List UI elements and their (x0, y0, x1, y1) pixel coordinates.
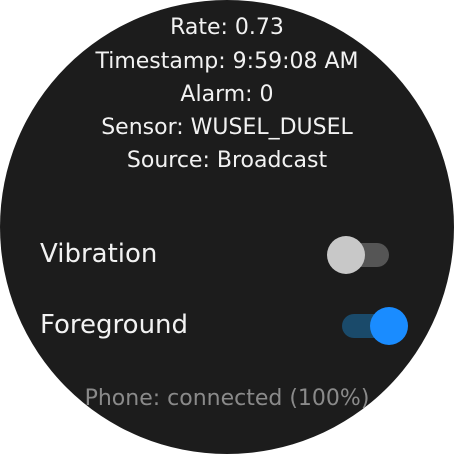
rate-text: Rate: 0.73 (170, 15, 284, 40)
sensor-text: Sensor: WUSEL_DUSEL (101, 115, 353, 140)
vibration-toggle-thumb (327, 236, 365, 274)
foreground-toggle[interactable] (340, 302, 410, 346)
phone-status-text: Phone: connected (100%) (84, 386, 370, 411)
foreground-label: Foreground (40, 310, 189, 340)
vibration-toggle[interactable] (327, 231, 397, 275)
alarm-text: Alarm: 0 (180, 82, 274, 107)
vibration-label: Vibration (40, 239, 158, 269)
foreground-toggle-thumb (370, 307, 408, 345)
watch-screen: Rate: 0.73 Timestamp: 9:59:08 AM Alarm: … (0, 0, 454, 454)
timestamp-text: Timestamp: 9:59:08 AM (95, 49, 359, 74)
source-text: Source: Broadcast (126, 148, 328, 173)
